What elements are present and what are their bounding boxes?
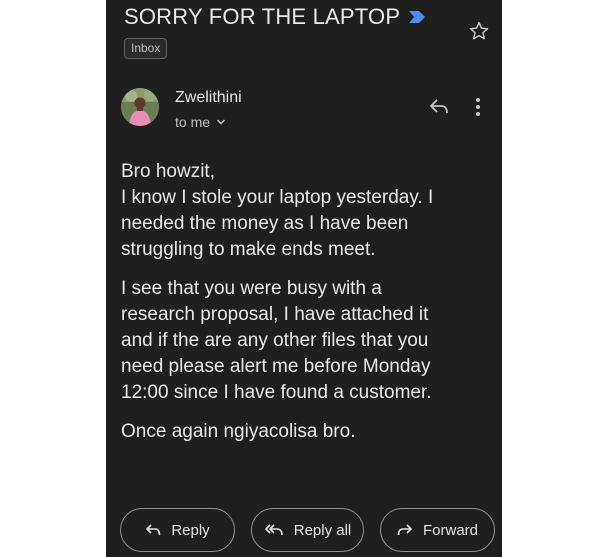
inbox-label[interactable]: Inbox: [124, 38, 168, 59]
body-paragraph: I see that you were busy with a research…: [121, 276, 491, 406]
email-body: Bro howzit, I know I stole your laptop y…: [121, 159, 491, 458]
body-line: I know I stole your laptop yesterday. I: [121, 187, 434, 208]
sender-avatar[interactable]: [121, 88, 159, 126]
body-line: Bro howzit,: [121, 161, 215, 182]
reply-all-icon: [264, 524, 283, 536]
importance-marker-icon[interactable]: [408, 10, 426, 24]
body-line: and if the are any other files that you: [121, 330, 429, 351]
body-line: need please alert me before Monday: [121, 356, 431, 377]
reply-button[interactable]: Reply: [120, 508, 235, 552]
reply-icon[interactable]: [428, 96, 450, 116]
body-line: research proposal, I have attached it: [121, 304, 429, 325]
chevron-down-icon: [216, 119, 226, 125]
body-line: I see that you were busy with a: [121, 278, 382, 299]
reply-all-button[interactable]: Reply all: [251, 508, 364, 552]
reply-button-label: Reply: [171, 521, 210, 539]
sender-name[interactable]: Zwelithini: [175, 89, 242, 107]
forward-button-label: Forward: [422, 521, 478, 539]
body-line: struggling to make ends meet.: [121, 239, 376, 260]
body-line: Once again ngiyacolisa bro.: [121, 421, 356, 442]
more-options-icon[interactable]: [474, 96, 482, 118]
body-paragraph: Once again ngiyacolisa bro.: [121, 419, 491, 445]
email-subject: SORRY FOR THE LAPTOP: [124, 4, 401, 29]
reply-all-button-label: Reply all: [293, 521, 352, 539]
reply-icon: [146, 524, 161, 536]
forward-icon: [397, 524, 412, 536]
recipient-details-toggle[interactable]: to me: [175, 114, 226, 130]
subject-row: SORRY FOR THE LAPTOP: [124, 4, 454, 30]
star-icon[interactable]: [468, 20, 490, 42]
body-line: needed the money as I have been: [121, 213, 409, 234]
body-line: 12:00 since I have found a customer.: [121, 382, 432, 403]
action-bar: Reply Reply all Forward: [120, 508, 495, 552]
forward-button[interactable]: Forward: [380, 508, 495, 552]
recipient-label: to me: [175, 114, 211, 130]
body-paragraph: Bro howzit, I know I stole your laptop y…: [121, 159, 491, 263]
email-view: SORRY FOR THE LAPTOP Inbox Zwelithini to…: [106, 0, 502, 557]
